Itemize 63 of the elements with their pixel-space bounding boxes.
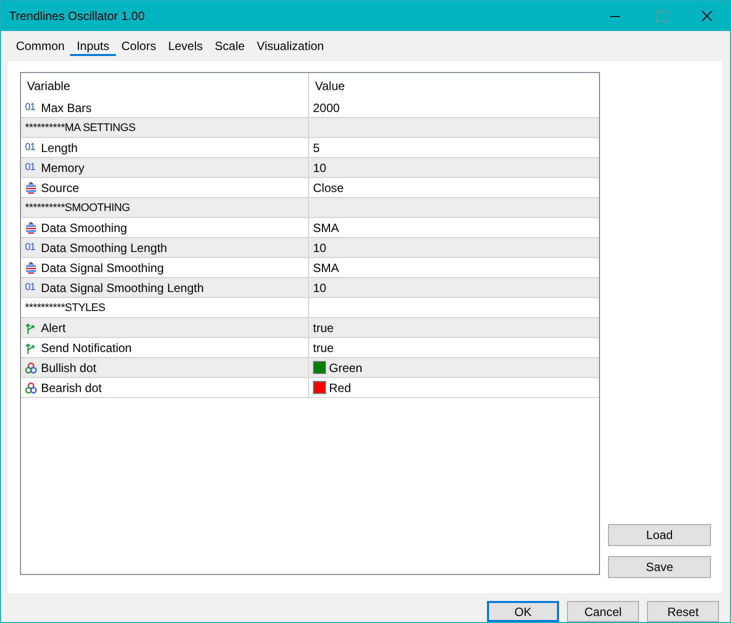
integer-icon: 01 <box>25 242 37 254</box>
value-text: 10 <box>313 160 326 175</box>
tab[interactable]: Common <box>9 37 72 56</box>
value-text: true <box>313 320 334 335</box>
tab[interactable]: Inputs <box>70 37 116 56</box>
variable-name: Source <box>41 180 80 195</box>
side-button[interactable]: Save <box>608 556 711 578</box>
table-row[interactable]: **********MA SETTINGS <box>21 118 599 138</box>
variable-name: Data Smoothing Length <box>41 240 168 255</box>
variable-name: Send Notification <box>41 340 132 355</box>
branch-arrow-icon <box>25 322 37 334</box>
list-icon <box>25 182 37 194</box>
tab[interactable]: Visualization <box>250 37 331 56</box>
integer-icon: 01 <box>25 142 37 154</box>
dialog-button[interactable]: OK <box>487 601 559 622</box>
value-text: 10 <box>313 280 326 295</box>
value-text: true <box>313 340 334 355</box>
table-row[interactable]: 01 Data Signal Smoothing Length 10 <box>21 278 599 298</box>
table-row[interactable]: Bullish dot Green <box>21 358 599 378</box>
table-row[interactable]: **********SMOOTHING <box>21 198 599 218</box>
side-button[interactable]: Load <box>608 524 711 546</box>
window-title: Trendlines Oscillator 1.00 <box>8 9 145 24</box>
section-header: **********MA SETTINGS <box>25 122 136 134</box>
value-text: 2000 <box>313 100 340 115</box>
color-swatch[interactable] <box>313 381 326 394</box>
dialog-button[interactable]: Reset <box>647 601 719 622</box>
color-circles-icon <box>25 362 37 374</box>
variable-name: Alert <box>41 320 66 335</box>
variable-name: Max Bars <box>41 100 92 115</box>
table-row[interactable]: Alert true <box>21 318 599 338</box>
dialog-button[interactable]: Cancel <box>567 601 639 622</box>
table-row[interactable]: Bearish dot Red <box>21 378 599 398</box>
tab[interactable]: Scale <box>208 37 252 56</box>
variable-name: Bullish dot <box>41 360 96 375</box>
color-swatch[interactable] <box>313 361 326 374</box>
value-text: Green <box>329 360 362 375</box>
integer-icon: 01 <box>25 282 37 294</box>
variable-name: Bearish dot <box>41 380 102 395</box>
value-text: SMA <box>313 260 340 275</box>
variable-name: Data Signal Smoothing <box>41 260 164 275</box>
column-header: Variable <box>21 73 309 98</box>
column-header: Value <box>314 78 346 95</box>
tab[interactable]: Levels <box>161 37 210 56</box>
integer-icon: 01 <box>25 102 37 114</box>
color-circles-icon <box>25 382 37 394</box>
tab[interactable]: Colors <box>114 37 164 56</box>
section-header: **********SMOOTHING <box>25 202 130 214</box>
value-text: Close <box>313 180 344 195</box>
table-row[interactable]: 01 Data Smoothing Length 10 <box>21 238 599 258</box>
value-text: 10 <box>313 240 326 255</box>
variable-name: Length <box>41 140 78 155</box>
list-icon <box>25 262 37 274</box>
variable-name: Memory <box>41 160 84 175</box>
table-row[interactable]: 01 Memory 10 <box>21 158 599 178</box>
list-icon <box>25 222 37 234</box>
integer-icon: 01 <box>25 162 37 174</box>
section-header: **********STYLES <box>25 302 106 314</box>
variable-name: Data Smoothing <box>41 220 128 235</box>
variable-name: Data Signal Smoothing Length <box>41 280 204 295</box>
value-text: SMA <box>313 220 340 235</box>
value-text: 5 <box>313 140 320 155</box>
value-text: Red <box>329 380 352 395</box>
branch-arrow-icon <box>25 342 37 354</box>
